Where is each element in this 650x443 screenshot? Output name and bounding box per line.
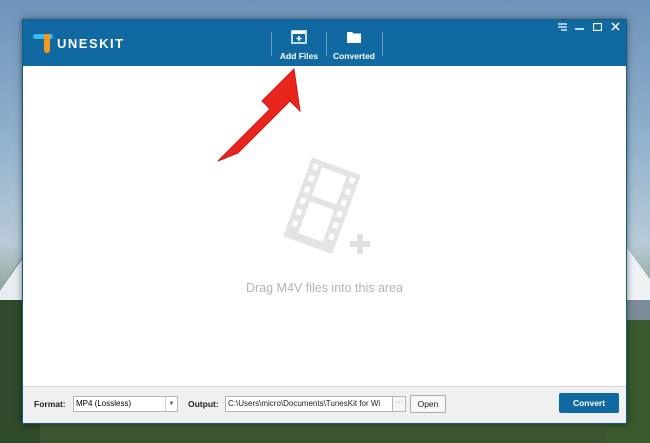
chevron-down-icon[interactable]: ▼ — [165, 397, 177, 411]
converted-label: Converted — [332, 51, 376, 61]
add-files-button[interactable]: Add Files — [274, 26, 324, 62]
toolbar-divider — [382, 32, 383, 56]
browse-button[interactable]: ··· — [392, 396, 406, 412]
output-path-field[interactable]: C:\Users\micro\Documents\TunesKit for Wi — [225, 396, 393, 412]
maximize-icon[interactable] — [589, 22, 605, 36]
drop-hint: Drag M4V files into this area — [245, 281, 403, 295]
menu-icon[interactable] — [554, 22, 570, 36]
add-files-icon — [291, 30, 307, 44]
format-value: MP4 (Lossless) — [76, 399, 132, 408]
logo-mark-icon — [33, 31, 55, 55]
title-bar: UNESKIT Add Files Converted — [23, 20, 626, 66]
bottom-bar: Format: MP4 (Lossless) ▼ Output: C:\User… — [23, 386, 626, 423]
open-button[interactable]: Open — [410, 395, 446, 413]
output-label: Output: — [188, 399, 219, 409]
format-select[interactable]: MP4 (Lossless) ▼ — [73, 396, 178, 412]
drop-area[interactable]: Drag M4V files into this area — [23, 66, 626, 387]
convert-button[interactable]: Convert — [559, 393, 619, 413]
format-label: Format: — [34, 399, 66, 409]
annotation-arrow — [217, 67, 301, 162]
minimize-icon[interactable] — [571, 22, 587, 36]
folder-icon — [347, 32, 361, 43]
logo-text: UNESKIT — [57, 35, 125, 51]
converted-button[interactable]: Converted — [329, 26, 379, 62]
toolbar-divider — [326, 32, 327, 56]
add-files-label: Add Files — [279, 51, 319, 61]
tuneskit-logo: UNESKIT — [33, 30, 125, 56]
app-window: UNESKIT Add Files Converted Drag M4V fil… — [22, 19, 627, 424]
close-icon[interactable] — [607, 22, 623, 36]
toolbar-divider — [271, 32, 272, 56]
